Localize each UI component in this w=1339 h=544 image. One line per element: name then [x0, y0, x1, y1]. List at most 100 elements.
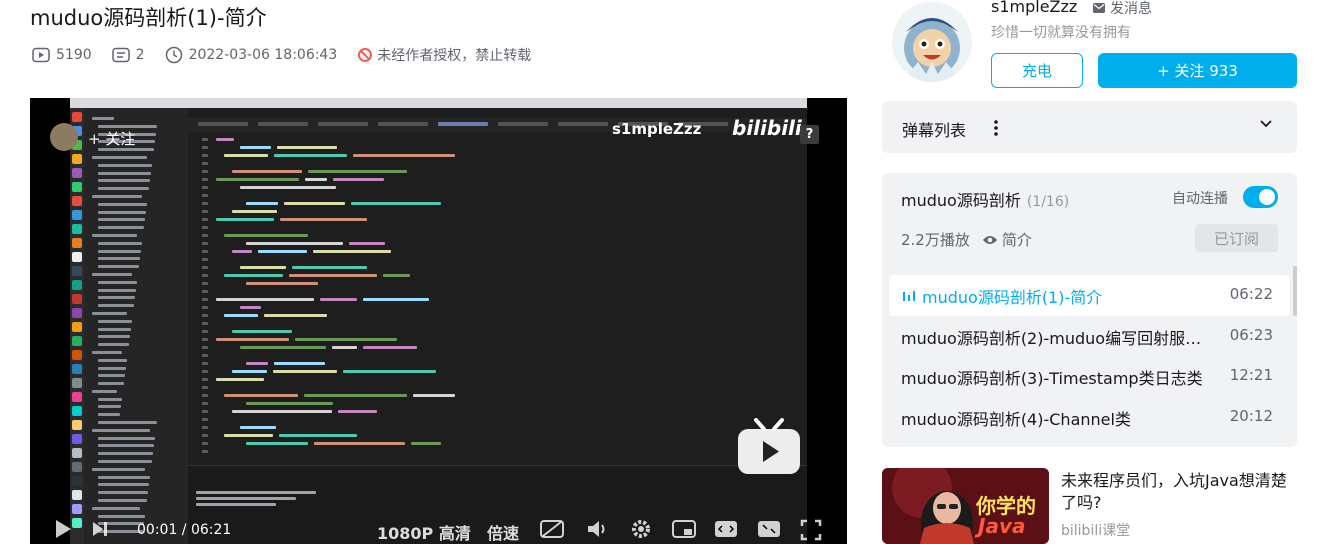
screen-code-token: [240, 306, 261, 309]
follow-button[interactable]: + 关注 933: [1098, 53, 1297, 88]
danmaku-list-panel[interactable]: 弹幕列表: [882, 101, 1297, 153]
screen-file-row: [92, 319, 188, 331]
screen-code-token: [240, 346, 326, 349]
publish-date: 2022-03-06 18:06:43: [165, 46, 337, 64]
quality-button[interactable]: 1080P 高清: [377, 520, 471, 544]
screen-code-token: [295, 338, 397, 341]
recommend-thumbnail[interactable]: 你学的 Java: [882, 468, 1049, 544]
play-icon[interactable]: [52, 518, 74, 540]
screen-code-token: [246, 442, 308, 445]
screen-file-row: [92, 186, 188, 198]
screen-code-token: [304, 394, 407, 397]
screen-code-token: [240, 426, 276, 429]
webfullscreen-icon[interactable]: [757, 519, 781, 539]
screen-line-number: [202, 394, 208, 397]
playlist-intro-link[interactable]: 简介: [982, 229, 1032, 250]
screen-code-token: [246, 282, 318, 285]
screen-code-token: [413, 394, 455, 397]
playlist-title[interactable]: muduo源码剖析 (1/16): [901, 187, 1069, 211]
danmaku-off-icon[interactable]: [540, 519, 564, 539]
screen-file-explorer: [84, 108, 188, 544]
send-message-link[interactable]: 发消息: [1092, 0, 1152, 18]
uploader-name[interactable]: s1mpleZzz: [991, 0, 1077, 16]
screen-code-token: [258, 250, 307, 253]
screen-file-row: [92, 435, 188, 448]
screen-file-row: [92, 342, 188, 354]
time-display: 00:01 / 06:21: [137, 522, 232, 538]
screen-code-token: [216, 298, 314, 301]
pip-icon[interactable]: [672, 519, 696, 539]
watermark-name: s1mpleZzz: [612, 120, 702, 138]
screen-code-editor: [188, 108, 807, 544]
volume-icon[interactable]: [586, 519, 608, 539]
screen-file-row: [92, 116, 188, 128]
screen-line-number: [202, 146, 208, 149]
video-player[interactable]: + 关注 s1mpleZzz bilibili ? 00:01 / 06:21 …: [30, 98, 847, 544]
screen-file-row: [92, 303, 188, 315]
screen-code-token: [284, 202, 345, 205]
screen-file-row: [92, 420, 188, 432]
playlist-item[interactable]: muduo源码剖析(1)-简介 06:22: [889, 275, 1290, 316]
playlist-scrollbar[interactable]: [1293, 266, 1297, 316]
watermark-logo: bilibili: [732, 116, 802, 140]
playlist-item[interactable]: muduo源码剖析(3)-Timestamp类日志类 12:21: [889, 356, 1290, 397]
screen-file-row: [92, 163, 188, 175]
screen-line-number: [202, 306, 208, 309]
playlist-item-title: muduo源码剖析(1)-简介: [902, 284, 1207, 308]
settings-icon[interactable]: [630, 518, 652, 540]
recommend-author[interactable]: bilibili课堂: [1061, 520, 1130, 540]
screen-line-number: [202, 370, 208, 373]
screen-code-token: [216, 138, 234, 141]
charge-button[interactable]: 充电: [991, 53, 1083, 88]
screen-file-row: [92, 389, 188, 401]
screen-code-token: [353, 154, 455, 157]
screen-line-number: [202, 314, 208, 317]
screen-code-token: [232, 410, 332, 413]
recommend-title[interactable]: 未来程序员们，入坑Java想清楚了吗?: [1061, 470, 1297, 514]
screen-line-number: [202, 162, 208, 165]
playlist-item[interactable]: muduo源码剖析(4)-Channel类 20:12: [889, 397, 1290, 438]
screen-file-row: [92, 209, 188, 222]
player-uploader-avatar[interactable]: [50, 123, 78, 151]
screen-line-number: [202, 442, 208, 445]
screen-file-row: [92, 256, 188, 269]
player-follow-button[interactable]: + 关注: [88, 128, 135, 149]
fullscreen-icon[interactable]: [800, 519, 822, 541]
screen-code-token: [349, 242, 385, 245]
screen-line-number: [202, 354, 208, 357]
subscribed-button[interactable]: 已订阅: [1195, 224, 1278, 252]
screen-code-token: [240, 186, 336, 189]
speed-button[interactable]: 倍速: [487, 520, 519, 544]
screen-menubar: [70, 98, 807, 108]
screen-code-token: [274, 154, 347, 157]
screen-line-number: [202, 362, 208, 365]
screen-code-token: [240, 266, 286, 269]
playlist-item[interactable]: muduo源码剖析(2)-muduo编写回射服务器 06:23: [889, 316, 1290, 357]
screen-file-row: [92, 350, 188, 362]
chevron-down-icon[interactable]: [1259, 119, 1273, 129]
danmaku-list-title: 弹幕列表: [902, 121, 967, 140]
widescreen-icon[interactable]: [714, 519, 738, 539]
screen-line-number: [202, 282, 208, 285]
screen-line-number: [202, 266, 208, 269]
screen-line-number: [202, 322, 208, 325]
screen-code-token: [216, 178, 299, 181]
bilibili-tv-icon[interactable]: [736, 418, 802, 476]
autoplay-toggle[interactable]: [1243, 186, 1278, 208]
screen-code-token: [264, 314, 327, 317]
screen-file-row: [92, 108, 188, 120]
screen-code-token: [224, 274, 283, 277]
screen-line-number: [202, 226, 208, 229]
screen-code-token: [363, 298, 429, 301]
help-button[interactable]: ?: [800, 125, 819, 144]
next-icon[interactable]: [90, 519, 110, 539]
screen-line-number: [202, 402, 208, 405]
screen-code-token: [274, 362, 325, 365]
screen-code-token: [289, 274, 377, 277]
screen-code-token: [224, 234, 308, 237]
screen-file-row: [92, 443, 188, 456]
screen-line-number: [202, 250, 208, 253]
autoplay-label: 自动连播: [1172, 191, 1228, 207]
more-icon[interactable]: [993, 119, 999, 137]
uploader-avatar[interactable]: [892, 2, 972, 82]
